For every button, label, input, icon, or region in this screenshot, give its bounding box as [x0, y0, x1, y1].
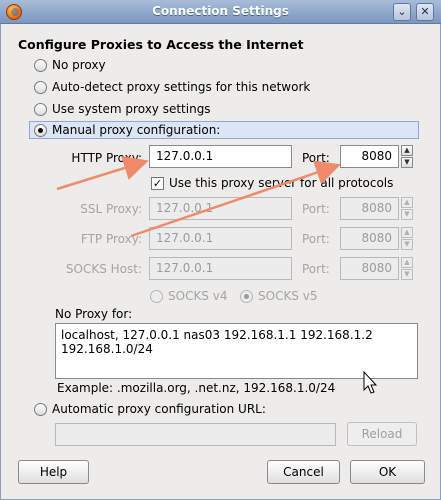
annotation-arrow: [130, 160, 341, 238]
annotation-arrow: [56, 155, 149, 191]
annotation-overlay: [56, 155, 378, 394]
mouse-cursor-icon: [363, 370, 378, 394]
